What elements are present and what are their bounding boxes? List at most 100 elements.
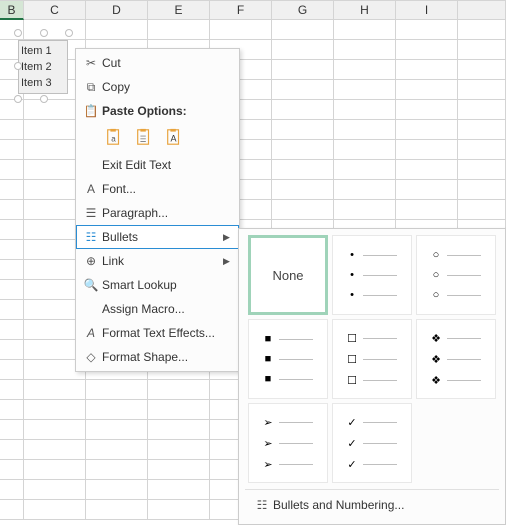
cell[interactable] [334, 40, 396, 60]
resize-handle[interactable] [14, 29, 22, 37]
menu-exit-edit-text[interactable]: Exit Edit Text [76, 153, 239, 177]
cell[interactable] [86, 20, 148, 40]
cell[interactable] [334, 120, 396, 140]
cell[interactable] [24, 460, 86, 480]
cell[interactable] [0, 100, 24, 120]
cell[interactable] [334, 60, 396, 80]
cell[interactable] [148, 20, 210, 40]
cell[interactable] [0, 460, 24, 480]
cell[interactable] [272, 80, 334, 100]
cell[interactable] [0, 160, 24, 180]
cell[interactable] [396, 200, 458, 220]
cell[interactable] [458, 100, 506, 120]
menu-smart-lookup[interactable]: 🔍 Smart Lookup [76, 273, 239, 297]
cell[interactable] [396, 120, 458, 140]
cell[interactable] [272, 60, 334, 80]
paste-keep-source[interactable]: a [102, 125, 126, 149]
cell[interactable] [272, 200, 334, 220]
cell[interactable] [396, 40, 458, 60]
column-header[interactable]: D [86, 1, 148, 20]
cell[interactable] [396, 80, 458, 100]
menu-assign-macro[interactable]: Assign Macro... [76, 297, 239, 321]
cell[interactable] [0, 300, 24, 320]
resize-handle[interactable] [40, 29, 48, 37]
cell[interactable] [0, 480, 24, 500]
menu-link[interactable]: ⊕ Link ▶ [76, 249, 239, 273]
cell[interactable] [0, 360, 24, 380]
textbox-shape[interactable]: Item 1 Item 2 Item 3 [18, 40, 68, 94]
cell[interactable] [148, 440, 210, 460]
bullet-style-disc[interactable]: ••• [332, 235, 412, 315]
cell[interactable] [86, 420, 148, 440]
cell[interactable] [334, 140, 396, 160]
menu-bullets[interactable]: ☷ Bullets ▶ [76, 225, 239, 249]
paste-merge-format[interactable] [132, 125, 156, 149]
cell[interactable] [272, 120, 334, 140]
column-header[interactable]: I [396, 1, 458, 20]
column-header[interactable]: B [0, 1, 24, 20]
cell[interactable] [210, 20, 272, 40]
cell[interactable] [272, 100, 334, 120]
cell[interactable] [458, 180, 506, 200]
bullet-style-arrow[interactable]: ➢➢➢ [248, 403, 328, 483]
cell[interactable] [396, 180, 458, 200]
cell[interactable] [458, 60, 506, 80]
cell[interactable] [0, 120, 24, 140]
cell[interactable] [272, 160, 334, 180]
cell[interactable] [148, 460, 210, 480]
cell[interactable] [86, 400, 148, 420]
menu-format-text-effects[interactable]: A Format Text Effects... [76, 321, 239, 345]
cell[interactable] [396, 140, 458, 160]
cell[interactable] [148, 480, 210, 500]
cell[interactable] [458, 40, 506, 60]
cell[interactable] [334, 200, 396, 220]
resize-handle[interactable] [14, 95, 22, 103]
menu-copy[interactable]: ⧉ Copy [76, 75, 239, 99]
cell[interactable] [0, 220, 24, 240]
menu-font[interactable]: A Font... [76, 177, 239, 201]
cell[interactable] [396, 20, 458, 40]
cell[interactable] [0, 500, 24, 520]
cell[interactable] [396, 160, 458, 180]
cell[interactable] [24, 440, 86, 460]
cell[interactable] [24, 20, 86, 40]
cell[interactable] [24, 380, 86, 400]
cell[interactable] [334, 180, 396, 200]
column-header[interactable] [458, 1, 506, 20]
cell[interactable] [272, 40, 334, 60]
cell[interactable] [148, 400, 210, 420]
cell[interactable] [396, 100, 458, 120]
cell[interactable] [334, 100, 396, 120]
cell[interactable] [86, 480, 148, 500]
bullet-style-diamond[interactable]: ❖❖❖ [416, 319, 496, 399]
bullets-and-numbering[interactable]: ☷ Bullets and Numbering... [245, 492, 499, 518]
resize-handle[interactable] [40, 95, 48, 103]
cell[interactable] [272, 20, 334, 40]
cell[interactable] [458, 120, 506, 140]
bullet-style-box[interactable]: ☐☐☐ [332, 319, 412, 399]
cell[interactable] [0, 340, 24, 360]
cell[interactable] [458, 160, 506, 180]
cell[interactable] [334, 80, 396, 100]
cell[interactable] [334, 160, 396, 180]
column-header[interactable]: H [334, 1, 396, 20]
cell[interactable] [396, 60, 458, 80]
cell[interactable] [86, 500, 148, 520]
resize-handle[interactable] [65, 29, 73, 37]
cell[interactable] [24, 400, 86, 420]
cell[interactable] [0, 320, 24, 340]
cell[interactable] [24, 420, 86, 440]
cell[interactable] [86, 380, 148, 400]
menu-format-shape[interactable]: ◇ Format Shape... [76, 345, 239, 369]
column-header[interactable]: G [272, 1, 334, 20]
cell[interactable] [272, 140, 334, 160]
paste-text-only[interactable]: A [162, 125, 186, 149]
cell[interactable] [24, 480, 86, 500]
cell[interactable] [0, 440, 24, 460]
cell[interactable] [0, 400, 24, 420]
cell[interactable] [148, 420, 210, 440]
cell[interactable] [334, 20, 396, 40]
cell[interactable] [0, 280, 24, 300]
resize-handle[interactable] [14, 62, 22, 70]
cell[interactable] [0, 380, 24, 400]
